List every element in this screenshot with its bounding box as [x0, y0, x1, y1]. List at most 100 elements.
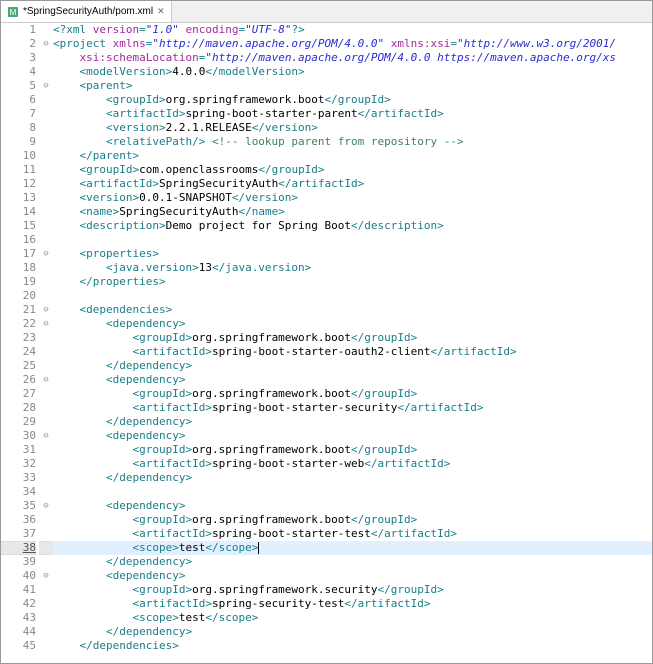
code-line[interactable]: xsi:schemaLocation="http://maven.apache.… — [53, 51, 652, 65]
code-line[interactable]: </dependency> — [53, 555, 652, 569]
fold-empty — [39, 219, 53, 233]
line-number: 43 — [1, 611, 36, 625]
code-line[interactable]: <description>Demo project for Spring Boo… — [53, 219, 652, 233]
fold-empty — [39, 541, 53, 555]
fold-empty — [39, 331, 53, 345]
line-number: 36 — [1, 513, 36, 527]
fold-toggle-icon[interactable]: ⊖ — [39, 79, 53, 93]
tab-label: *SpringSecurityAuth/pom.xml — [23, 6, 153, 17]
code-line[interactable]: <relativePath/> <!-- lookup parent from … — [53, 135, 652, 149]
line-number: 15 — [1, 219, 36, 233]
code-line[interactable]: </dependency> — [53, 625, 652, 639]
code-line[interactable]: <artifactId>spring-boot-starter-parent</… — [53, 107, 652, 121]
close-icon[interactable]: ✕ — [157, 6, 165, 17]
fold-gutter[interactable]: ⊖⊖⊖⊖⊖⊖⊖⊖⊖ — [39, 23, 53, 663]
code-line[interactable]: </dependency> — [53, 359, 652, 373]
code-line[interactable]: <?xml version="1.0" encoding="UTF-8"?> — [53, 23, 652, 37]
code-line[interactable]: <groupId>org.springframework.boot</group… — [53, 387, 652, 401]
code-line[interactable]: <dependency> — [53, 317, 652, 331]
line-number: 42 — [1, 597, 36, 611]
fold-empty — [39, 93, 53, 107]
fold-toggle-icon[interactable]: ⊖ — [39, 373, 53, 387]
code-line[interactable]: </dependencies> — [53, 639, 652, 653]
code-line[interactable]: <groupId>org.springframework.boot</group… — [53, 443, 652, 457]
code-area[interactable]: <?xml version="1.0" encoding="UTF-8"?><p… — [53, 23, 652, 663]
code-line[interactable]: <groupId>com.openclassrooms</groupId> — [53, 163, 652, 177]
code-line[interactable]: <groupId>org.springframework.boot</group… — [53, 93, 652, 107]
tab-bar: M *SpringSecurityAuth/pom.xml ✕ — [1, 1, 652, 23]
code-line[interactable]: <dependency> — [53, 429, 652, 443]
code-line[interactable]: <dependency> — [53, 499, 652, 513]
code-line[interactable]: <groupId>org.springframework.boot</group… — [53, 331, 652, 345]
fold-empty — [39, 275, 53, 289]
line-number: 32 — [1, 457, 36, 471]
code-line[interactable]: </properties> — [53, 275, 652, 289]
text-cursor — [258, 542, 259, 554]
line-number: 21 — [1, 303, 36, 317]
line-number: 33 — [1, 471, 36, 485]
fold-toggle-icon[interactable]: ⊖ — [39, 429, 53, 443]
line-number: 13 — [1, 191, 36, 205]
code-line[interactable]: <artifactId>spring-boot-starter-test</ar… — [53, 527, 652, 541]
file-icon: M — [7, 6, 19, 18]
code-line[interactable]: <scope>test</scope> — [53, 611, 652, 625]
code-line[interactable]: <dependency> — [53, 569, 652, 583]
line-number: 12 — [1, 177, 36, 191]
code-line[interactable]: </dependency> — [53, 471, 652, 485]
fold-empty — [39, 177, 53, 191]
fold-empty — [39, 401, 53, 415]
line-number: 29 — [1, 415, 36, 429]
fold-empty — [39, 345, 53, 359]
line-number: 18 — [1, 261, 36, 275]
code-line[interactable] — [53, 233, 652, 247]
code-line[interactable]: <dependency> — [53, 373, 652, 387]
code-line[interactable]: <version>0.0.1-SNAPSHOT</version> — [53, 191, 652, 205]
editor-tab[interactable]: M *SpringSecurityAuth/pom.xml ✕ — [1, 1, 172, 22]
line-number: 44 — [1, 625, 36, 639]
fold-toggle-icon[interactable]: ⊖ — [39, 303, 53, 317]
code-line[interactable]: <modelVersion>4.0.0</modelVersion> — [53, 65, 652, 79]
code-line[interactable]: <project xmlns="http://maven.apache.org/… — [53, 37, 652, 51]
line-number: 1 — [1, 23, 36, 37]
line-number: 20 — [1, 289, 36, 303]
line-number: 30 — [1, 429, 36, 443]
code-line[interactable]: <artifactId>spring-boot-starter-security… — [53, 401, 652, 415]
code-line[interactable]: <scope>test</scope> — [53, 541, 652, 555]
fold-toggle-icon[interactable]: ⊖ — [39, 317, 53, 331]
code-line[interactable]: </parent> — [53, 149, 652, 163]
code-line[interactable] — [53, 485, 652, 499]
code-line[interactable]: <artifactId>spring-boot-starter-oauth2-c… — [53, 345, 652, 359]
fold-toggle-icon[interactable]: ⊖ — [39, 569, 53, 583]
code-line[interactable]: <version>2.2.1.RELEASE</version> — [53, 121, 652, 135]
code-line[interactable]: <name>SpringSecurityAuth</name> — [53, 205, 652, 219]
fold-toggle-icon[interactable]: ⊖ — [39, 499, 53, 513]
code-line[interactable]: </dependency> — [53, 415, 652, 429]
fold-empty — [39, 121, 53, 135]
code-line[interactable] — [53, 289, 652, 303]
line-number: 35 — [1, 499, 36, 513]
line-number: 3 — [1, 51, 36, 65]
code-line[interactable]: <parent> — [53, 79, 652, 93]
fold-toggle-icon[interactable]: ⊖ — [39, 37, 53, 51]
code-line[interactable]: <artifactId>SpringSecurityAuth</artifact… — [53, 177, 652, 191]
line-number: 19 — [1, 275, 36, 289]
code-line[interactable]: <properties> — [53, 247, 652, 261]
code-line[interactable]: <java.version>13</java.version> — [53, 261, 652, 275]
code-line[interactable]: <artifactId>spring-security-test</artifa… — [53, 597, 652, 611]
fold-empty — [39, 639, 53, 653]
fold-toggle-icon[interactable]: ⊖ — [39, 247, 53, 261]
fold-empty — [39, 457, 53, 471]
code-line[interactable]: <dependencies> — [53, 303, 652, 317]
editor[interactable]: 1234567891011121314151617181920212223242… — [1, 23, 652, 663]
line-number: 16 — [1, 233, 36, 247]
line-number: 22 — [1, 317, 36, 331]
line-number: 38 — [1, 541, 36, 555]
line-number: 23 — [1, 331, 36, 345]
code-line[interactable]: <groupId>org.springframework.security</g… — [53, 583, 652, 597]
fold-empty — [39, 625, 53, 639]
fold-empty — [39, 205, 53, 219]
code-line[interactable]: <groupId>org.springframework.boot</group… — [53, 513, 652, 527]
fold-empty — [39, 555, 53, 569]
line-number: 28 — [1, 401, 36, 415]
code-line[interactable]: <artifactId>spring-boot-starter-web</art… — [53, 457, 652, 471]
